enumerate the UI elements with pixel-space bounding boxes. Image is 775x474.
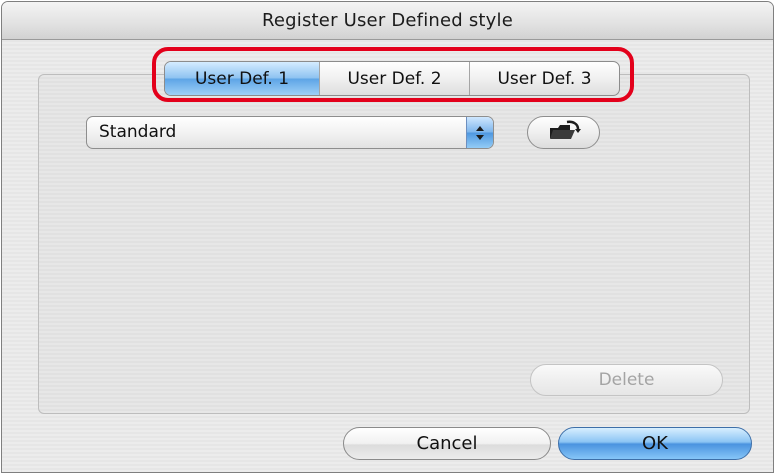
open-file-button[interactable] [527,116,600,149]
dialog-window: Register User Defined style User Def. 1 … [1,1,774,473]
tab-user-def-2[interactable]: User Def. 2 [319,62,469,95]
style-select-value: Standard [99,122,177,142]
up-down-arrows-icon [466,117,493,148]
cancel-button-label: Cancel [416,433,478,454]
tab-user-def-3[interactable]: User Def. 3 [469,62,619,95]
ok-button-label: OK [642,433,668,454]
ok-button[interactable]: OK [558,427,752,460]
tab-label: User Def. 3 [497,68,592,89]
delete-button-label: Delete [598,370,655,390]
tab-label: User Def. 2 [347,68,442,89]
tab-bar: User Def. 1 User Def. 2 User Def. 3 [164,61,620,96]
tab-user-def-1[interactable]: User Def. 1 [165,62,319,95]
dialog-title: Register User Defined style [261,10,514,31]
style-select[interactable]: Standard [86,116,494,149]
open-folder-icon [547,120,581,146]
delete-button[interactable]: Delete [530,364,723,396]
cancel-button[interactable]: Cancel [343,427,551,460]
tab-label: User Def. 1 [194,68,290,89]
title-bar: Register User Defined style [2,2,773,40]
